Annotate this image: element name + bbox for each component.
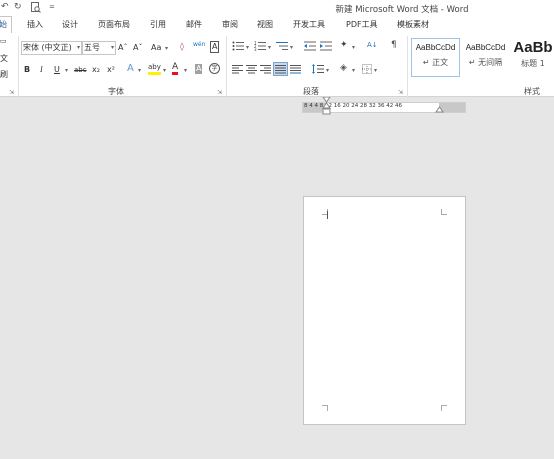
clipboard-label-fragment: 文 bbox=[0, 54, 8, 63]
svg-text:3: 3 bbox=[254, 47, 257, 51]
increase-indent-icon[interactable] bbox=[320, 41, 332, 53]
phonetic-guide-button[interactable]: wén bbox=[193, 41, 205, 48]
right-indent-marker[interactable] bbox=[435, 104, 444, 115]
ribbon-tabs: 始 插入 设计 页面布局 引用 邮件 审阅 视图 开发工具 PDF工具 模板素材 bbox=[0, 16, 554, 33]
paragraph-group-label: 段落 bbox=[303, 87, 319, 96]
clipboard-icon[interactable]: ▭ bbox=[0, 37, 7, 45]
strikethrough-button[interactable]: abc bbox=[74, 66, 87, 74]
sort-icon[interactable]: A↓ bbox=[367, 41, 378, 49]
bullets-icon[interactable] bbox=[232, 41, 244, 53]
font-color-dropdown-icon[interactable]: ▾ bbox=[184, 67, 187, 74]
text-cursor bbox=[327, 211, 328, 219]
grow-font-button[interactable]: Aˆ bbox=[118, 43, 127, 52]
margin-corner-top-right bbox=[441, 209, 447, 215]
chinese-layout-dropdown-icon[interactable]: ▾ bbox=[352, 44, 355, 51]
align-right-icon[interactable] bbox=[260, 65, 271, 76]
shading-icon[interactable]: ◈ bbox=[340, 63, 347, 73]
group-divider bbox=[407, 36, 408, 97]
shading-dropdown-icon[interactable]: ▾ bbox=[352, 67, 355, 74]
tab-templates[interactable]: 模板素材 bbox=[397, 19, 429, 30]
tab-home[interactable]: 始 bbox=[0, 16, 12, 33]
line-spacing-dropdown-icon[interactable]: ▾ bbox=[326, 67, 329, 74]
first-line-indent-marker[interactable] bbox=[322, 96, 331, 121]
tab-mailings[interactable]: 邮件 bbox=[186, 19, 202, 30]
format-painter-label-fragment[interactable]: 刷 bbox=[0, 69, 8, 80]
highlight-button[interactable]: aby bbox=[148, 63, 161, 75]
numbering-dropdown-icon[interactable]: ▾ bbox=[268, 44, 271, 51]
title-bar: ↶ ↻ = 新建 Microsoft Word 文档 - Word bbox=[0, 0, 554, 16]
highlight-dropdown-icon[interactable]: ▾ bbox=[163, 67, 166, 74]
font-launcher-icon[interactable]: ⇲ bbox=[217, 89, 222, 96]
document-page[interactable] bbox=[303, 196, 466, 425]
borders-icon[interactable] bbox=[362, 64, 372, 76]
window-title: 新建 Microsoft Word 文档 - Word bbox=[335, 5, 469, 15]
margin-corner-bottom-left bbox=[322, 405, 328, 411]
decrease-indent-icon[interactable] bbox=[304, 41, 316, 53]
superscript-button[interactable]: x² bbox=[107, 65, 115, 74]
tab-references[interactable]: 引用 bbox=[150, 19, 166, 30]
paragraph-launcher-icon[interactable]: ⇲ bbox=[398, 89, 403, 96]
numbering-icon[interactable]: 123 bbox=[254, 41, 266, 53]
group-divider bbox=[18, 36, 19, 97]
tab-pdf-tools[interactable]: PDF工具 bbox=[346, 19, 378, 30]
margin-corner-bottom-right bbox=[441, 405, 447, 411]
style-normal[interactable]: AaBbCcDd ↵ 正文 bbox=[411, 38, 460, 77]
justify-icon[interactable] bbox=[273, 62, 288, 76]
ribbon: ▭ 文 刷 ⇲ 宋体 (中文正) ▾ 五号 ▾ Aˆ Aˇ Aa ▾ ◊ wén A… bbox=[0, 33, 554, 97]
distributed-icon[interactable] bbox=[290, 65, 301, 76]
styles-group-label: 样式 bbox=[524, 87, 540, 96]
subscript-button[interactable]: x₂ bbox=[92, 65, 100, 74]
italic-button[interactable]: I bbox=[40, 65, 43, 74]
group-divider bbox=[226, 36, 227, 97]
line-spacing-icon[interactable] bbox=[312, 64, 324, 76]
shrink-font-button[interactable]: Aˇ bbox=[133, 43, 142, 52]
font-size-combo[interactable]: 五号 ▾ bbox=[82, 41, 116, 55]
borders-dropdown-icon[interactable]: ▾ bbox=[374, 67, 377, 74]
character-shading-button[interactable]: A bbox=[195, 64, 203, 74]
bullets-dropdown-icon[interactable]: ▾ bbox=[246, 44, 249, 51]
text-effects-button[interactable]: A bbox=[127, 63, 134, 74]
enclose-characters-button[interactable]: 字 bbox=[209, 63, 220, 74]
ruler-numbers: 8 4 4 8 12 16 20 24 28 32 36 42 46 bbox=[304, 103, 402, 109]
tab-insert[interactable]: 插入 bbox=[27, 19, 43, 30]
change-case-button[interactable]: Aa bbox=[151, 43, 161, 52]
tab-design[interactable]: 设计 bbox=[62, 19, 78, 30]
multilevel-dropdown-icon[interactable]: ▾ bbox=[290, 44, 293, 51]
chinese-layout-icon[interactable]: ✦ bbox=[340, 40, 348, 50]
center-icon[interactable] bbox=[246, 65, 257, 76]
style-no-spacing[interactable]: AaBbCcDd ↵ 无间隔 bbox=[460, 38, 511, 77]
clear-formatting-icon[interactable]: ◊ bbox=[180, 42, 184, 51]
underline-dropdown-icon[interactable]: ▾ bbox=[65, 67, 68, 74]
tab-page-layout[interactable]: 页面布局 bbox=[98, 19, 130, 30]
text-effects-dropdown-icon[interactable]: ▾ bbox=[138, 67, 141, 74]
change-case-dropdown-icon[interactable]: ▾ bbox=[165, 45, 168, 52]
font-group-label: 字体 bbox=[108, 87, 124, 96]
font-color-button[interactable]: A bbox=[172, 62, 179, 75]
clipboard-launcher-icon[interactable]: ⇲ bbox=[9, 89, 14, 96]
font-name-combo[interactable]: 宋体 (中文正) ▾ bbox=[21, 41, 82, 55]
tab-review[interactable]: 审阅 bbox=[222, 19, 238, 30]
multilevel-list-icon[interactable] bbox=[276, 41, 288, 53]
style-heading-1[interactable]: AaBb 标题 1 bbox=[510, 38, 554, 77]
underline-button[interactable]: U bbox=[54, 65, 60, 74]
tab-developer[interactable]: 开发工具 bbox=[293, 19, 325, 30]
tab-view[interactable]: 视图 bbox=[257, 19, 273, 30]
bold-button[interactable]: B bbox=[24, 65, 30, 74]
align-left-icon[interactable] bbox=[232, 65, 243, 76]
show-marks-icon[interactable]: ¶ bbox=[391, 40, 397, 50]
character-border-button[interactable]: A bbox=[210, 41, 220, 53]
